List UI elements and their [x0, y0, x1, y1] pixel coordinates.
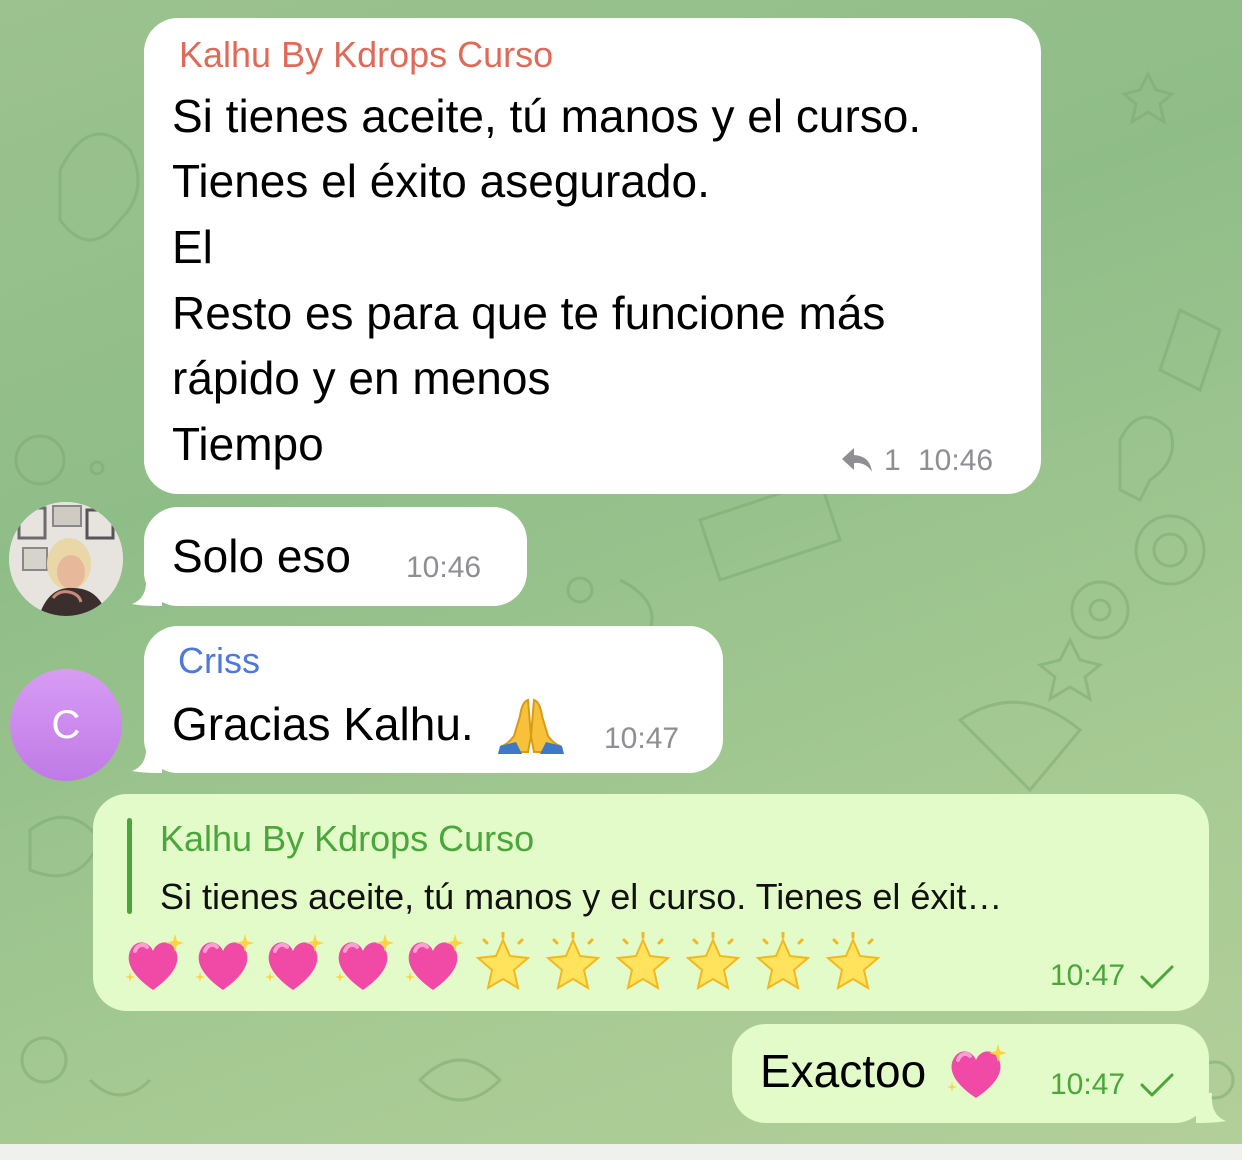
- sparkling-heart-emoji: [335, 934, 394, 990]
- sent-check-icon: [1140, 1073, 1174, 1097]
- message-bubble-solo-eso[interactable]: Solo eso 10:46: [144, 507, 527, 606]
- message-time: 10:46: [918, 444, 994, 477]
- message-text: Exactoo: [760, 1045, 927, 1097]
- sparkling-heart-emoji: [195, 934, 254, 990]
- input-bar-edge: [0, 1144, 1242, 1160]
- message-line: El: [172, 221, 213, 273]
- sparkling-heart-emoji: [405, 934, 464, 990]
- message-line: rápido y en menos: [172, 352, 551, 404]
- quote-text: Si tienes aceite, tú manos y el curso. T…: [160, 876, 1003, 917]
- glowing-star-emoji: [755, 932, 811, 991]
- avatar-photo-kalhu[interactable]: [9, 502, 123, 616]
- avatar-criss[interactable]: C: [10, 669, 122, 781]
- message-bubble-outgoing-reply[interactable]: Kalhu By Kdrops Curso Si tienes aceite, …: [93, 794, 1209, 1011]
- message-bubble-exactoo[interactable]: Exactoo 10:47: [732, 1024, 1209, 1123]
- sparkling-heart-emoji: [265, 934, 324, 990]
- message-time: 10:47: [604, 722, 680, 755]
- sparkling-heart-emoji: [947, 1044, 1007, 1098]
- folded-hands-emoji: [498, 698, 564, 754]
- emoji-row: [122, 932, 884, 994]
- sparkling-heart-emoji: [125, 934, 184, 990]
- glowing-star-emoji: [685, 932, 741, 991]
- glowing-star-emoji: [475, 932, 531, 991]
- message-bubble-kalhu[interactable]: Kalhu By Kdrops Curso Si tienes aceite, …: [144, 18, 1041, 494]
- sent-check-icon: [1140, 965, 1174, 989]
- message-line: Resto es para que te funcione más: [172, 287, 886, 339]
- reply-arrow-icon[interactable]: [840, 446, 874, 474]
- message-text: Gracias Kalhu.: [172, 698, 474, 750]
- message-time: 10:47: [1050, 959, 1126, 992]
- message-time: 10:46: [406, 551, 482, 584]
- message-time: 10:47: [1050, 1068, 1126, 1101]
- glowing-star-emoji: [825, 932, 881, 991]
- message-text: Solo eso: [172, 530, 352, 582]
- quote-sender: Kalhu By Kdrops Curso: [160, 818, 535, 859]
- message-line: Tiempo: [172, 418, 324, 470]
- sender-name: Criss: [178, 640, 260, 681]
- reply-count: 1: [884, 444, 901, 477]
- message-line: Si tienes aceite, tú manos y el curso.: [172, 90, 922, 142]
- avatar-photo: [9, 502, 123, 616]
- message-bubble-criss[interactable]: Criss Gracias Kalhu. 10:47: [144, 626, 723, 773]
- message-line: Tienes el éxito asegurado.: [172, 155, 710, 207]
- sender-name: Kalhu By Kdrops Curso: [179, 34, 554, 75]
- glowing-star-emoji: [615, 932, 671, 991]
- glowing-star-emoji: [545, 932, 601, 991]
- quote-bar: [127, 818, 132, 914]
